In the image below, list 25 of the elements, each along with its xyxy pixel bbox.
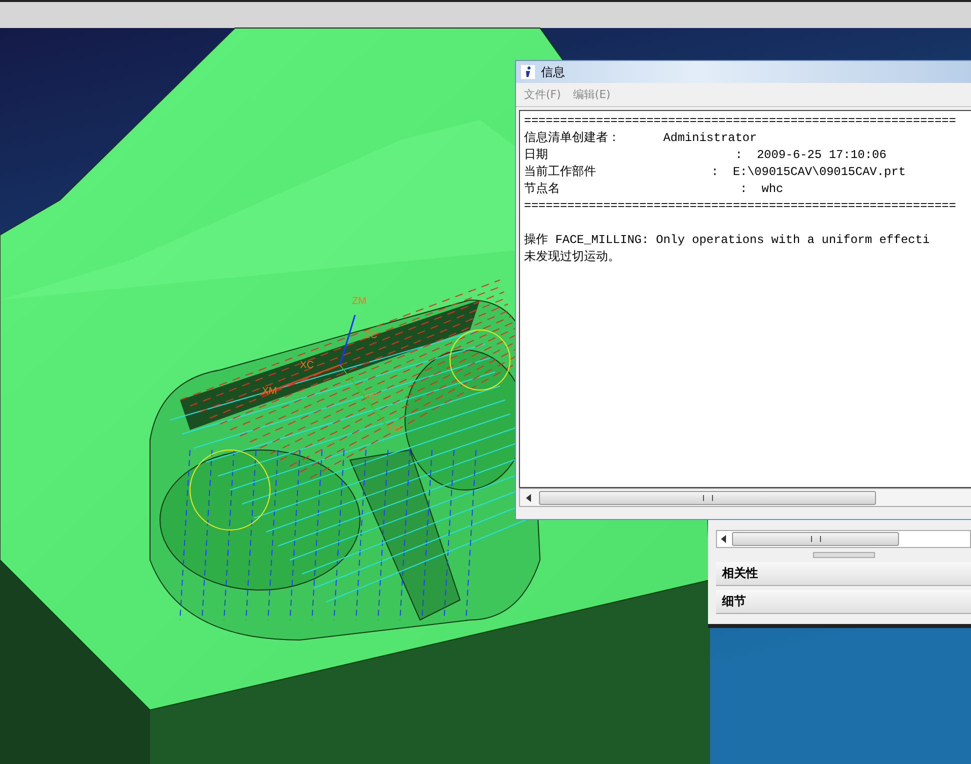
scrollbar-thumb[interactable] (732, 532, 899, 546)
scroll-left-icon[interactable] (526, 494, 531, 502)
axis-label: YC (364, 392, 378, 403)
info-line: 操作 FACE_MILLING: Only operations with a uniform effecti (524, 232, 931, 249)
splitter-handle[interactable] (812, 552, 874, 558)
scrollbar-thumb[interactable] (539, 490, 876, 504)
separator-line: ============================================================ (524, 198, 958, 215)
info-line: 当前工作部件 : E:\09015CAV\09015CAV.prt (524, 164, 907, 181)
scroll-left-icon[interactable] (721, 535, 726, 543)
info-line: 信息清单创建者： Administrator (524, 130, 758, 147)
axis-label: YM (386, 424, 401, 435)
separator-line: ============================================================ (524, 113, 958, 130)
info-line: 未发现过切运动。 (524, 249, 621, 266)
info-line: 日期 : 2009-6-25 17:10:06 (524, 147, 888, 164)
grip-icon (702, 494, 712, 500)
grip-icon (810, 536, 820, 542)
section-header[interactable]: 相关性 (716, 562, 971, 586)
axis-label: XC (300, 360, 314, 371)
scrollbar[interactable] (716, 530, 971, 548)
section-header[interactable]: 细节 (716, 590, 971, 614)
scrollbar[interactable] (519, 488, 971, 507)
info-line: 节点名 : whc (524, 181, 784, 198)
window-title: 信息 (541, 64, 565, 80)
info-icon (521, 65, 535, 79)
axis-label: ZM (352, 296, 366, 307)
